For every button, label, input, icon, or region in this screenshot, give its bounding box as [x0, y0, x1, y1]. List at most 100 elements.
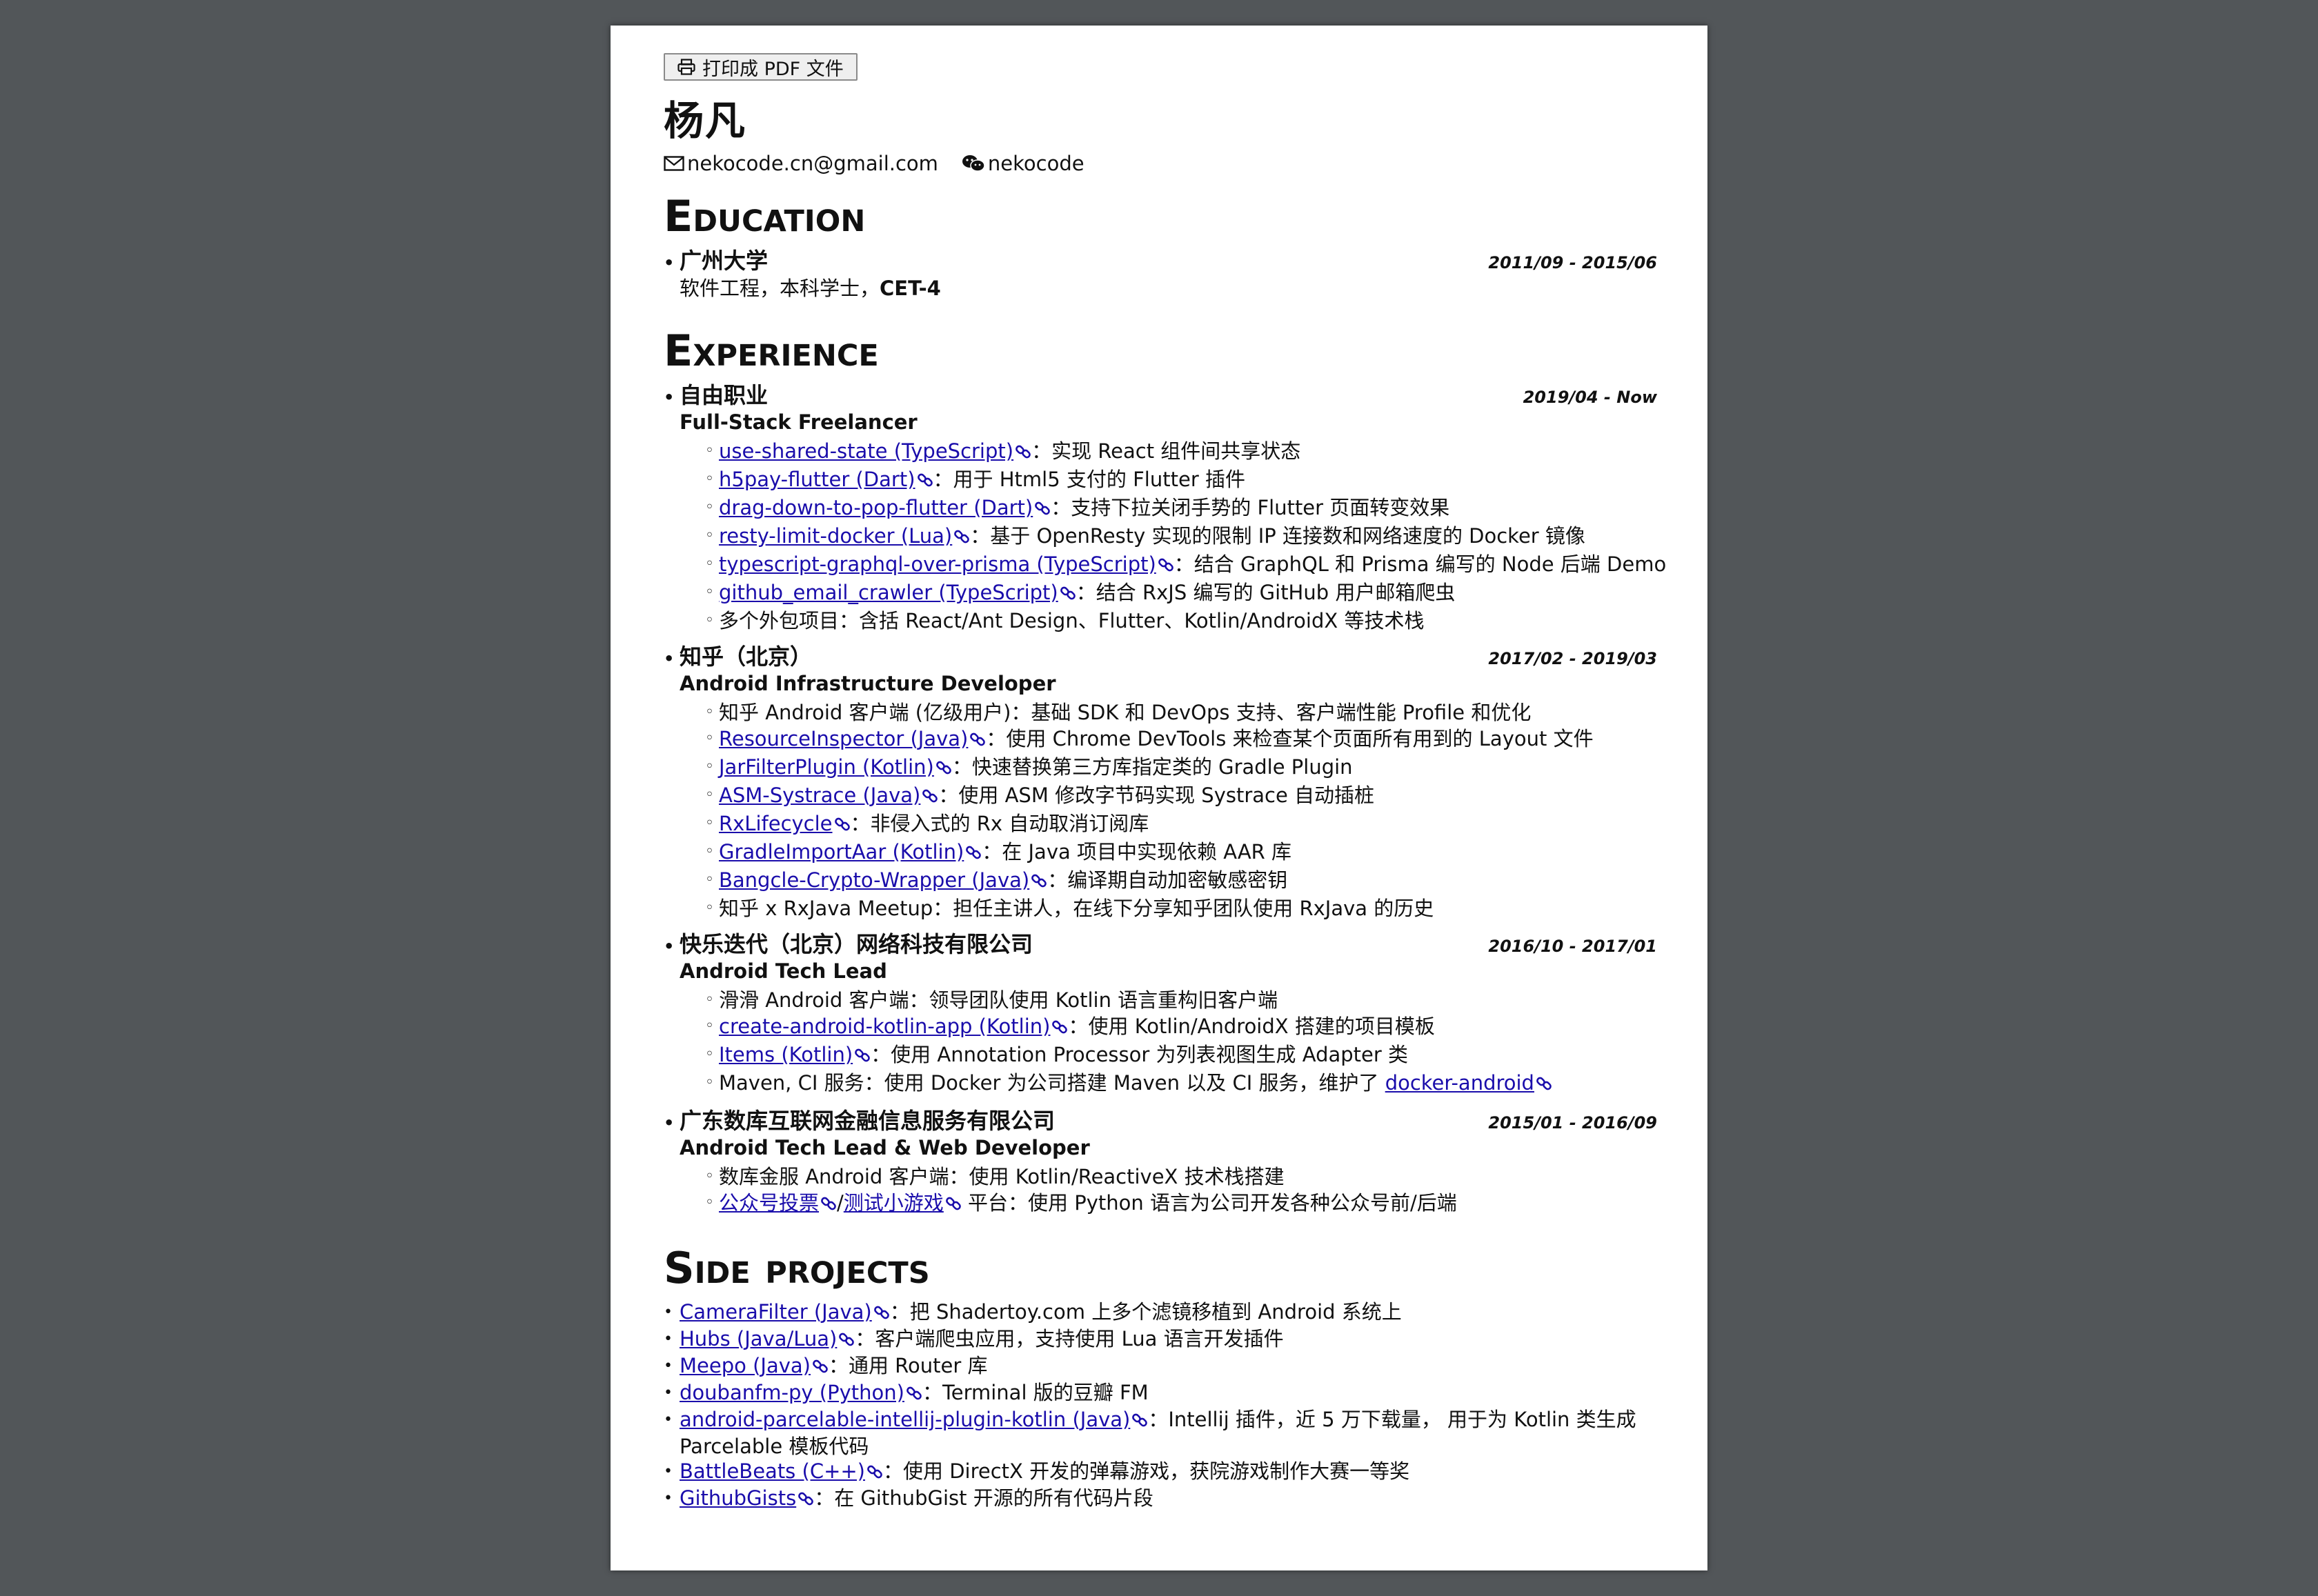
item-text: ：使用 Annotation Processor 为列表视图生成 Adapter…	[871, 1043, 1409, 1066]
print-pdf-button[interactable]: 打印成 PDF 文件	[664, 53, 858, 81]
circle-bullet: ◦	[705, 1046, 714, 1063]
project-link[interactable]: GradleImportAar (Kotlin)	[719, 840, 964, 864]
project-link[interactable]: Bangcle-Crypto-Wrapper (Java)	[719, 868, 1029, 892]
project-link[interactable]: BattleBeats (C++)	[680, 1459, 865, 1483]
circle-bullet: ◦	[705, 499, 714, 516]
circle-bullet: ◦	[705, 555, 714, 572]
chain-link-icon	[866, 1461, 883, 1486]
side-project-item: • Meepo (Java) ：通用 Router 库	[664, 1353, 1657, 1380]
circle-bullet: ◦	[705, 527, 714, 544]
list-item: ◦ typescript-graphql-over-prisma (TypeScr…	[705, 551, 1666, 579]
item-text: 数库金服 Android 客户端：使用 Kotlin/ReactiveX 技术栈…	[719, 1165, 1285, 1188]
chain-link-icon	[953, 525, 970, 551]
chain-link-icon	[798, 1488, 814, 1513]
resume-content: 打印成 PDF 文件 杨凡 nekocode.cn@gmail.com neko…	[664, 53, 1666, 1513]
list-item: ◦ Maven, CI 服务：使用 Docker 为公司搭建 Maven 以及 C…	[705, 1070, 1657, 1098]
circle-bullet: ◦	[705, 1194, 714, 1211]
project-link[interactable]: Hubs (Java/Lua)	[680, 1327, 837, 1350]
item-text: ：编译期自动加密敏感密钥	[1047, 868, 1288, 892]
project-link[interactable]: use-shared-state (TypeScript)	[719, 439, 1013, 463]
envelope-icon	[664, 156, 684, 171]
project-link[interactable]: ASM-Systrace (Java)	[719, 784, 920, 807]
project-link[interactable]: JarFilterPlugin (Kotlin)	[719, 755, 934, 779]
experience-items: ◦ 知乎 Android 客户端 (亿级用户)：基础 SDK 和 DevOps 支…	[664, 699, 1657, 921]
experience-heading: Experience	[664, 326, 879, 376]
chain-link-icon	[922, 784, 938, 810]
item-text: ：使用 ASM 修改字节码实现 Systrace 自动插桩	[938, 784, 1375, 807]
circle-bullet: ◦	[705, 470, 714, 488]
circle-bullet: ◦	[705, 871, 714, 888]
project-link[interactable]: CameraFilter (Java)	[680, 1300, 872, 1324]
list-item: ◦ ASM-Systrace (Java) ：使用 ASM 修改字节码实现 Syst…	[705, 782, 1657, 810]
list-item: ◦ ResourceInspector (Java) ：使用 Chrome DevT…	[705, 726, 1657, 754]
item-text: ：快速替换第三方库指定类的 Gradle Plugin	[951, 755, 1353, 779]
wechat-text: nekocode	[987, 152, 1084, 175]
experience-date: 2019/04 - Now	[1523, 388, 1657, 407]
project-link[interactable]: docker-android	[1385, 1071, 1534, 1095]
list-item: ◦ 多个外包项目：含括 React/Ant Design、Flutter、Kotl…	[705, 608, 1657, 634]
separator: /	[837, 1191, 844, 1215]
circle-bullet: ◦	[705, 730, 714, 747]
chain-link-icon	[969, 728, 986, 754]
job-title: Android Infrastructure Developer	[680, 672, 1056, 695]
chain-link-icon	[965, 841, 982, 867]
list-item: ◦ 知乎 x RxJava Meetup：担任主讲人，在线下分享知乎团队使用 Rx…	[705, 895, 1657, 921]
education-heading: Education	[664, 191, 866, 241]
project-link[interactable]: android-parcelable-intellij-plugin-kotli…	[680, 1408, 1130, 1431]
project-link[interactable]: h5pay-flutter (Dart)	[719, 468, 915, 491]
project-link[interactable]: ResourceInspector (Java)	[719, 727, 968, 750]
list-item: ◦ drag-down-to-pop-flutter (Dart) ：支持下拉关闭手…	[705, 495, 1657, 523]
chain-link-icon	[873, 1301, 890, 1326]
degree-line: 软件工程，本科学士，CET-4	[680, 277, 941, 300]
list-item: ◦ 滑滑 Android 客户端：领导团队使用 Kotlin 语言重构旧客户端	[705, 987, 1657, 1013]
bullet-mark: •	[664, 1490, 673, 1507]
school-name: 广州大学	[680, 248, 769, 274]
cert-text: CET-4	[880, 277, 941, 300]
item-text: ：用于 Html5 支付的 Flutter 插件	[933, 468, 1245, 491]
chain-link-icon	[812, 1355, 829, 1380]
experience-items: ◦ use-shared-state (TypeScript) ：实现 React …	[664, 438, 1666, 634]
job-title: Android Tech Lead & Web Developer	[680, 1136, 1090, 1159]
project-link[interactable]: resty-limit-docker (Lua)	[719, 524, 952, 548]
project-link[interactable]: Meepo (Java)	[680, 1354, 811, 1377]
experience-entry: • 广东数库互联网金融信息服务有限公司 2015/01 - 2016/09 Andro…	[664, 1108, 1657, 1218]
chain-link-icon	[945, 1192, 962, 1218]
side-project-item: • GithubGists ：在 GithubGist 开源的所有代码片段	[664, 1486, 1657, 1513]
project-link[interactable]: drag-down-to-pop-flutter (Dart)	[719, 496, 1033, 519]
circle-bullet: ◦	[705, 583, 714, 601]
chain-link-icon	[854, 1044, 871, 1070]
side-project-item: • Hubs (Java/Lua) ：客户端爬虫应用，支持使用 Lua 语言开发插件	[664, 1326, 1657, 1353]
chain-link-icon	[1536, 1072, 1552, 1098]
circle-bullet: ◦	[705, 1017, 714, 1035]
project-link[interactable]: github_email_crawler (TypeScript)	[719, 581, 1058, 604]
project-link[interactable]: GithubGists	[680, 1486, 796, 1510]
project-link[interactable]: typescript-graphql-over-prisma (TypeScri…	[719, 552, 1156, 576]
chain-link-icon	[1060, 581, 1076, 608]
circle-bullet: ◦	[705, 786, 714, 804]
project-link[interactable]: doubanfm-py (Python)	[680, 1381, 904, 1404]
item-text: Maven, CI 服务：使用 Docker 为公司搭建 Maven 以及 CI…	[719, 1071, 1385, 1095]
circle-bullet: ◦	[705, 843, 714, 860]
list-item: ◦ Bangcle-Crypto-Wrapper (Java) ：编译期自动加密敏感…	[705, 867, 1657, 895]
project-link[interactable]: RxLifecycle	[719, 812, 833, 835]
experience-entry: • 自由职业 2019/04 - Now Full-Stack Freelancer ◦…	[664, 382, 1666, 634]
project-link[interactable]: Items (Kotlin)	[719, 1043, 853, 1066]
item-text: ：使用 DirectX 开发的弹幕游戏，获院游戏制作大赛一等奖	[883, 1459, 1410, 1483]
side-projects-heading: Side projects	[664, 1243, 930, 1293]
project-link[interactable]: 测试小游戏	[844, 1191, 944, 1215]
bullet-mark: •	[664, 1113, 675, 1133]
bullet-mark: •	[664, 649, 675, 668]
chain-link-icon	[1158, 553, 1174, 579]
resume-page: 打印成 PDF 文件 杨凡 nekocode.cn@gmail.com neko…	[611, 26, 1707, 1570]
experience-date: 2017/02 - 2019/03	[1488, 649, 1657, 668]
item-text: ：在 Java 项目中实现依赖 AAR 库	[982, 840, 1292, 864]
chain-link-icon	[838, 1328, 855, 1353]
bullet-mark: •	[664, 1463, 673, 1480]
item-text: 知乎 Android 客户端 (亿级用户)：基础 SDK 和 DevOps 支持…	[719, 701, 1532, 724]
project-link[interactable]: 公众号投票	[719, 1191, 819, 1215]
chain-link-icon	[1131, 1409, 1148, 1434]
side-project-item: • android-parcelable-intellij-plugin-kotl…	[664, 1407, 1657, 1459]
bullet-mark: •	[664, 1304, 673, 1321]
project-link[interactable]: create-android-kotlin-app (Kotlin)	[719, 1015, 1050, 1038]
chain-link-icon	[935, 756, 952, 782]
